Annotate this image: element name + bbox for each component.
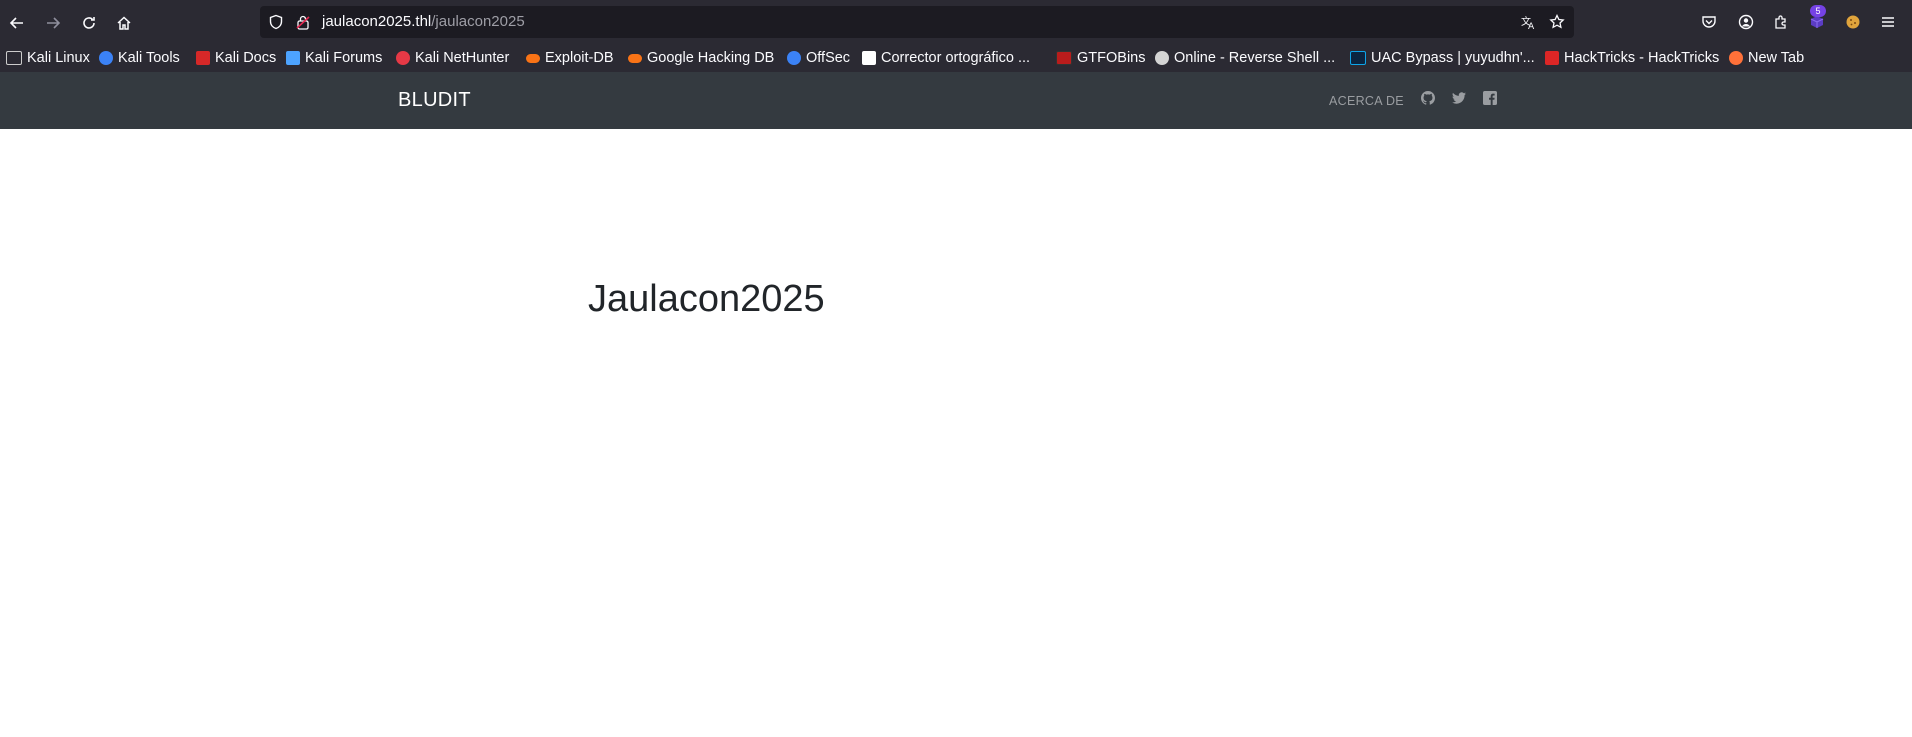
hacktricks-icon <box>1545 51 1559 65</box>
bookmark-kali-linux[interactable]: Kali Linux <box>6 48 90 68</box>
twitter-icon[interactable] <box>1451 90 1467 106</box>
exploitdb-icon <box>526 53 540 63</box>
gtfobins-icon <box>1056 51 1072 65</box>
url-path: /jaulacon2025 <box>431 13 525 30</box>
bookmark-label: Kali Linux <box>27 50 90 66</box>
bookmark-label: New Tab <box>1748 50 1805 66</box>
browser-toolbar: jaulacon2025.thl/jaulacon2025 文A 5 <box>0 0 1912 44</box>
reload-icon <box>83 17 95 29</box>
github-icon[interactable] <box>1420 90 1436 106</box>
forward-button[interactable] <box>39 9 67 37</box>
bookmark-kali-forums[interactable]: Kali Forums <box>286 48 382 68</box>
reload-button[interactable] <box>75 9 103 37</box>
bookmark-label: Google Hacking DB <box>647 50 775 66</box>
bookmark-label: Kali Docs <box>215 50 277 66</box>
bookmark-label: HackTricks - HackTricks <box>1564 50 1720 66</box>
bookmark-label: Corrector ortográfico ... <box>881 50 1031 66</box>
bookmark-kali-nethunter[interactable]: Kali NetHunter <box>396 48 509 68</box>
bookmark-gtfobins[interactable]: GTFOBins <box>1056 48 1145 68</box>
bookmark-reverse-shell[interactable]: Online - Reverse Shell ... <box>1155 48 1335 68</box>
menu-icon[interactable] <box>1878 12 1898 32</box>
bookmark-label: Kali NetHunter <box>415 50 510 66</box>
facebook-icon[interactable] <box>1482 90 1498 106</box>
bookmark-google-hacking-db[interactable]: Google Hacking DB <box>628 48 774 68</box>
bookmark-hacktricks[interactable]: HackTricks - HackTricks <box>1545 48 1719 68</box>
back-button[interactable] <box>3 9 31 37</box>
extensions-icon[interactable] <box>1771 12 1791 32</box>
ghdb-icon <box>628 53 642 63</box>
translate-icon[interactable]: 文A <box>1521 14 1537 30</box>
corrector-icon <box>862 51 876 65</box>
bookmark-offsec[interactable]: OffSec <box>787 48 850 68</box>
firefox-icon <box>1729 51 1743 65</box>
bookmark-label: GTFOBins <box>1077 50 1146 66</box>
url-host: jaulacon2025.thl <box>322 13 432 30</box>
kali-tools-icon <box>99 51 113 65</box>
offsec-icon <box>787 51 801 65</box>
cookie-icon[interactable] <box>1843 12 1863 32</box>
nav-about-link[interactable]: ACERCA DE <box>1329 94 1404 108</box>
kali-dragon-icon <box>6 51 22 65</box>
kali-forums-icon <box>286 51 300 65</box>
bookmark-label: Kali Tools <box>118 50 180 66</box>
bookmark-label: Kali Forums <box>305 50 383 66</box>
svg-text:A: A <box>1528 22 1535 30</box>
back-arrow-icon <box>9 17 23 29</box>
page-title: Jaulacon2025 <box>588 278 825 320</box>
kali-docs-icon <box>196 51 210 65</box>
pocket-icon[interactable] <box>1699 12 1719 32</box>
url-bar[interactable]: jaulacon2025.thl/jaulacon2025 文A <box>260 6 1574 38</box>
bookmark-kali-tools[interactable]: Kali Tools <box>99 48 180 68</box>
url-text[interactable]: jaulacon2025.thl/jaulacon2025 <box>322 13 525 31</box>
site-navbar: BLUDIT ACERCA DE <box>0 72 1912 129</box>
bookmark-label: Exploit-DB <box>545 50 614 66</box>
bookmark-label: OffSec <box>806 50 851 66</box>
nethunter-icon <box>396 51 410 65</box>
bookmarks-toolbar: Kali Linux Kali Tools Kali Docs Kali For… <box>0 44 1912 72</box>
shield-icon[interactable] <box>268 14 284 30</box>
account-icon[interactable] <box>1736 12 1756 32</box>
skull-icon <box>1155 51 1169 65</box>
bookmark-label: Online - Reverse Shell ... <box>1174 50 1336 66</box>
site-brand[interactable]: BLUDIT <box>398 89 471 112</box>
insecure-lock-icon[interactable] <box>295 14 311 30</box>
bookmark-label: UAC Bypass | yuyudhn'... <box>1371 50 1535 66</box>
bookmark-kali-docs[interactable]: Kali Docs <box>196 48 276 68</box>
uac-icon <box>1350 51 1366 65</box>
forward-arrow-icon <box>47 17 61 29</box>
bookmark-new-tab[interactable]: New Tab <box>1729 48 1804 68</box>
home-icon <box>117 16 131 30</box>
extension-count-badge: 5 <box>1810 5 1826 17</box>
star-icon[interactable] <box>1549 14 1565 30</box>
home-button[interactable] <box>110 9 138 37</box>
bookmark-uac-bypass[interactable]: UAC Bypass | yuyudhn'... <box>1350 48 1535 68</box>
bookmark-exploit-db[interactable]: Exploit-DB <box>526 48 614 68</box>
bookmark-corrector[interactable]: Corrector ortográfico ... <box>862 48 1030 68</box>
